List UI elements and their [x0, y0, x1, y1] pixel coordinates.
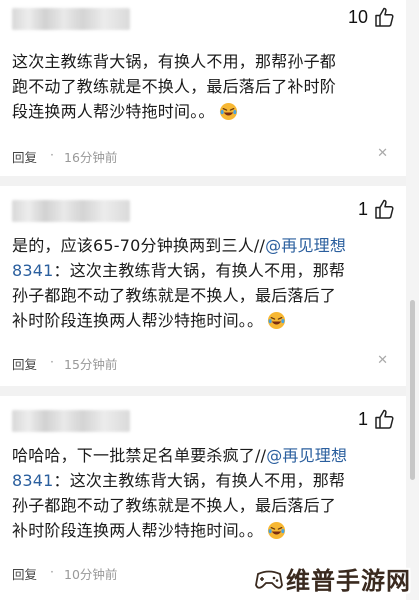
comment-line: 孙子都跑不动了教练就是不换人，最后落后了 — [12, 286, 337, 305]
comment-line: 哈哈哈，下一批禁足名单要杀疯了//@再见理想 — [12, 443, 394, 468]
close-icon[interactable]: ✕ — [377, 353, 388, 368]
comment-divider — [0, 386, 406, 396]
gamepad-logo-icon — [255, 570, 283, 589]
comment-meta: 回复 · 16分钟前 ✕ — [12, 146, 396, 167]
comment-line-text: 哈哈哈，下一批禁足名单要杀疯了// — [12, 446, 267, 465]
like-control[interactable]: 1 — [358, 408, 394, 430]
comment-line: 是的，应该65-70分钟换两到三人//@再见理想 — [12, 233, 394, 258]
blurred-username — [12, 200, 130, 222]
watermark-text: 维普手游网 — [286, 567, 411, 595]
comment-card: 10 这次主教练背大锅，有换人不用，那帮孙子都 跑不动了教练就是不换人，最后落后… — [0, 0, 406, 176]
meta-separator: · — [50, 564, 54, 579]
comment-line: 这次主教练背大锅，有换人不用，那帮孙子都 — [12, 52, 337, 71]
comment-text: 是的，应该65-70分钟换两到三人//@再见理想 8341：这次主教练背大锅，有… — [12, 233, 394, 333]
comment-line: 8341：这次主教练背大锅，有换人不用，那帮 — [12, 468, 394, 493]
blurred-username — [12, 410, 130, 432]
comment-line-text: 补时阶段连换两人帮沙特拖时间。。 — [12, 311, 264, 330]
comment-text: 这次主教练背大锅，有换人不用，那帮孙子都 跑不动了教练就是不换人，最后落后了补时… — [12, 49, 394, 124]
like-count: 1 — [357, 408, 368, 429]
comment-line-text: 段连换两人帮沙特拖时间。。 — [12, 102, 215, 121]
comment-header: 1 — [12, 402, 398, 436]
blurred-username — [12, 8, 130, 30]
vertical-scrollbar[interactable] — [406, 0, 419, 600]
comment-header: 10 — [12, 0, 398, 34]
comment-card: 1 是的，应该65-70分钟换两到三人//@再见理想 8341：这次主教练背大锅… — [0, 186, 406, 386]
comment-line: 孙子都跑不动了教练就是不换人，最后落后了 — [12, 496, 337, 515]
timestamp: 15分钟前 — [64, 357, 118, 372]
comment-header: 1 — [12, 192, 398, 226]
reply-button[interactable]: 回复 — [12, 564, 37, 583]
like-count: 10 — [347, 6, 368, 27]
close-icon[interactable]: ✕ — [377, 146, 388, 161]
user-mention-link[interactable]: @再见理想 — [265, 236, 346, 255]
comment-line: 跑不动了教练就是不换人，最后落后了补时阶 — [12, 77, 337, 96]
reply-button[interactable]: 回复 — [12, 354, 37, 373]
meta-separator: · — [50, 147, 54, 162]
comment-line-last: 补时阶段连换两人帮沙特拖时间。。 — [12, 308, 394, 333]
thumbs-up-icon[interactable] — [374, 198, 394, 220]
comment-line-last: 补时阶段连换两人帮沙特拖时间。。 — [12, 518, 394, 543]
comment-divider — [0, 176, 406, 186]
thumbs-up-icon[interactable] — [374, 6, 394, 28]
laughing-crying-face-icon — [268, 521, 286, 540]
laughing-crying-face-icon — [219, 102, 237, 121]
scrollbar-thumb[interactable] — [410, 300, 415, 480]
user-mention-link[interactable]: 8341 — [12, 261, 54, 280]
like-control[interactable]: 10 — [348, 6, 394, 28]
laughing-crying-face-icon — [268, 311, 286, 330]
site-watermark: 维普手游网 — [254, 561, 411, 596]
comment-line-text: 补时阶段连换两人帮沙特拖时间。。 — [12, 521, 264, 540]
comment-feed: 10 这次主教练背大锅，有换人不用，那帮孙子都 跑不动了教练就是不换人，最后落后… — [0, 0, 406, 600]
thumbs-up-icon[interactable] — [374, 408, 394, 430]
user-mention-link[interactable]: @再见理想 — [266, 446, 347, 465]
meta-separator: · — [50, 354, 54, 369]
like-control[interactable]: 1 — [358, 198, 394, 220]
timestamp: 10分钟前 — [64, 567, 118, 582]
timestamp: 16分钟前 — [64, 150, 118, 165]
user-mention-link[interactable]: 8341 — [12, 471, 54, 490]
reply-button[interactable]: 回复 — [12, 147, 37, 166]
comment-line-text: 是的，应该65-70分钟换两到三人// — [12, 236, 266, 255]
comment-line-text: ：这次主教练背大锅，有换人不用，那帮 — [53, 261, 346, 280]
comment-meta: 回复 · 15分钟前 ✕ — [12, 353, 396, 374]
comment-line: 8341：这次主教练背大锅，有换人不用，那帮 — [12, 258, 394, 283]
comment-text: 哈哈哈，下一批禁足名单要杀疯了//@再见理想 8341：这次主教练背大锅，有换人… — [12, 443, 394, 543]
comment-line-text: ：这次主教练背大锅，有换人不用，那帮 — [53, 471, 346, 490]
like-count: 1 — [357, 198, 368, 219]
comment-line-last: 段连换两人帮沙特拖时间。。 — [12, 99, 394, 124]
